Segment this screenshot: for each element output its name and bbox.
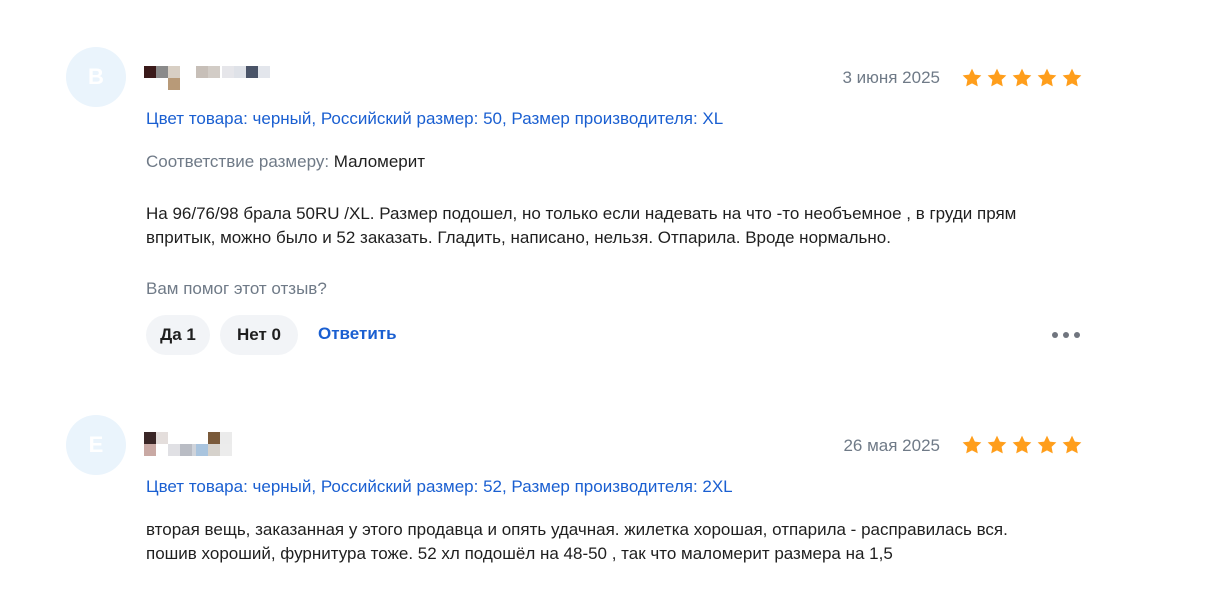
star-icon [961,67,983,89]
helpful-yes-button[interactable]: Да 1 [146,315,210,355]
reply-button[interactable]: Ответить [318,324,397,344]
star-icon [1036,67,1058,89]
review-text: вторая вещь, заказанная у этого продавца… [146,518,1106,566]
review-date: 26 мая 2025 [843,436,940,455]
size-fit-label: Соответствие размеру: [146,152,330,171]
author-name-pixelated [144,432,284,456]
review-text-line: пошив хороший, фурнитура тоже. 52 хл под… [146,544,893,563]
rating-stars [961,434,1083,456]
star-icon [1011,67,1033,89]
review-date: 3 июня 2025 [842,68,940,87]
product-variant-link[interactable]: Цвет товара: черный, Российский размер: … [146,109,723,129]
star-icon [1061,434,1083,456]
star-icon [1061,67,1083,89]
rating-stars [961,67,1083,89]
star-icon [986,67,1008,89]
review-text-line: вторая вещь, заказанная у этого продавца… [146,520,1008,539]
star-icon [1036,434,1058,456]
review-text: На 96/76/98 брала 50RU /XL. Размер подош… [146,202,1106,250]
helpful-no-button[interactable]: Нет 0 [220,315,298,355]
size-fit-value: Маломерит [333,152,426,171]
size-fit: Соответствие размеру: Маломерит [146,152,425,172]
star-icon [986,434,1008,456]
more-dots-icon[interactable] [1052,325,1080,345]
review-text-line: На 96/76/98 брала 50RU /XL. Размер подош… [146,204,1017,223]
avatar: Е [66,415,126,475]
star-icon [1011,434,1033,456]
review-text-line: впритык, можно было и 52 заказать. Глади… [146,228,891,247]
helpful-question: Вам помог этот отзыв? [146,279,327,298]
author-name-pixelated [144,66,284,90]
star-icon [961,434,983,456]
product-variant-link[interactable]: Цвет товара: черный, Российский размер: … [146,477,733,497]
avatar: В [66,47,126,107]
